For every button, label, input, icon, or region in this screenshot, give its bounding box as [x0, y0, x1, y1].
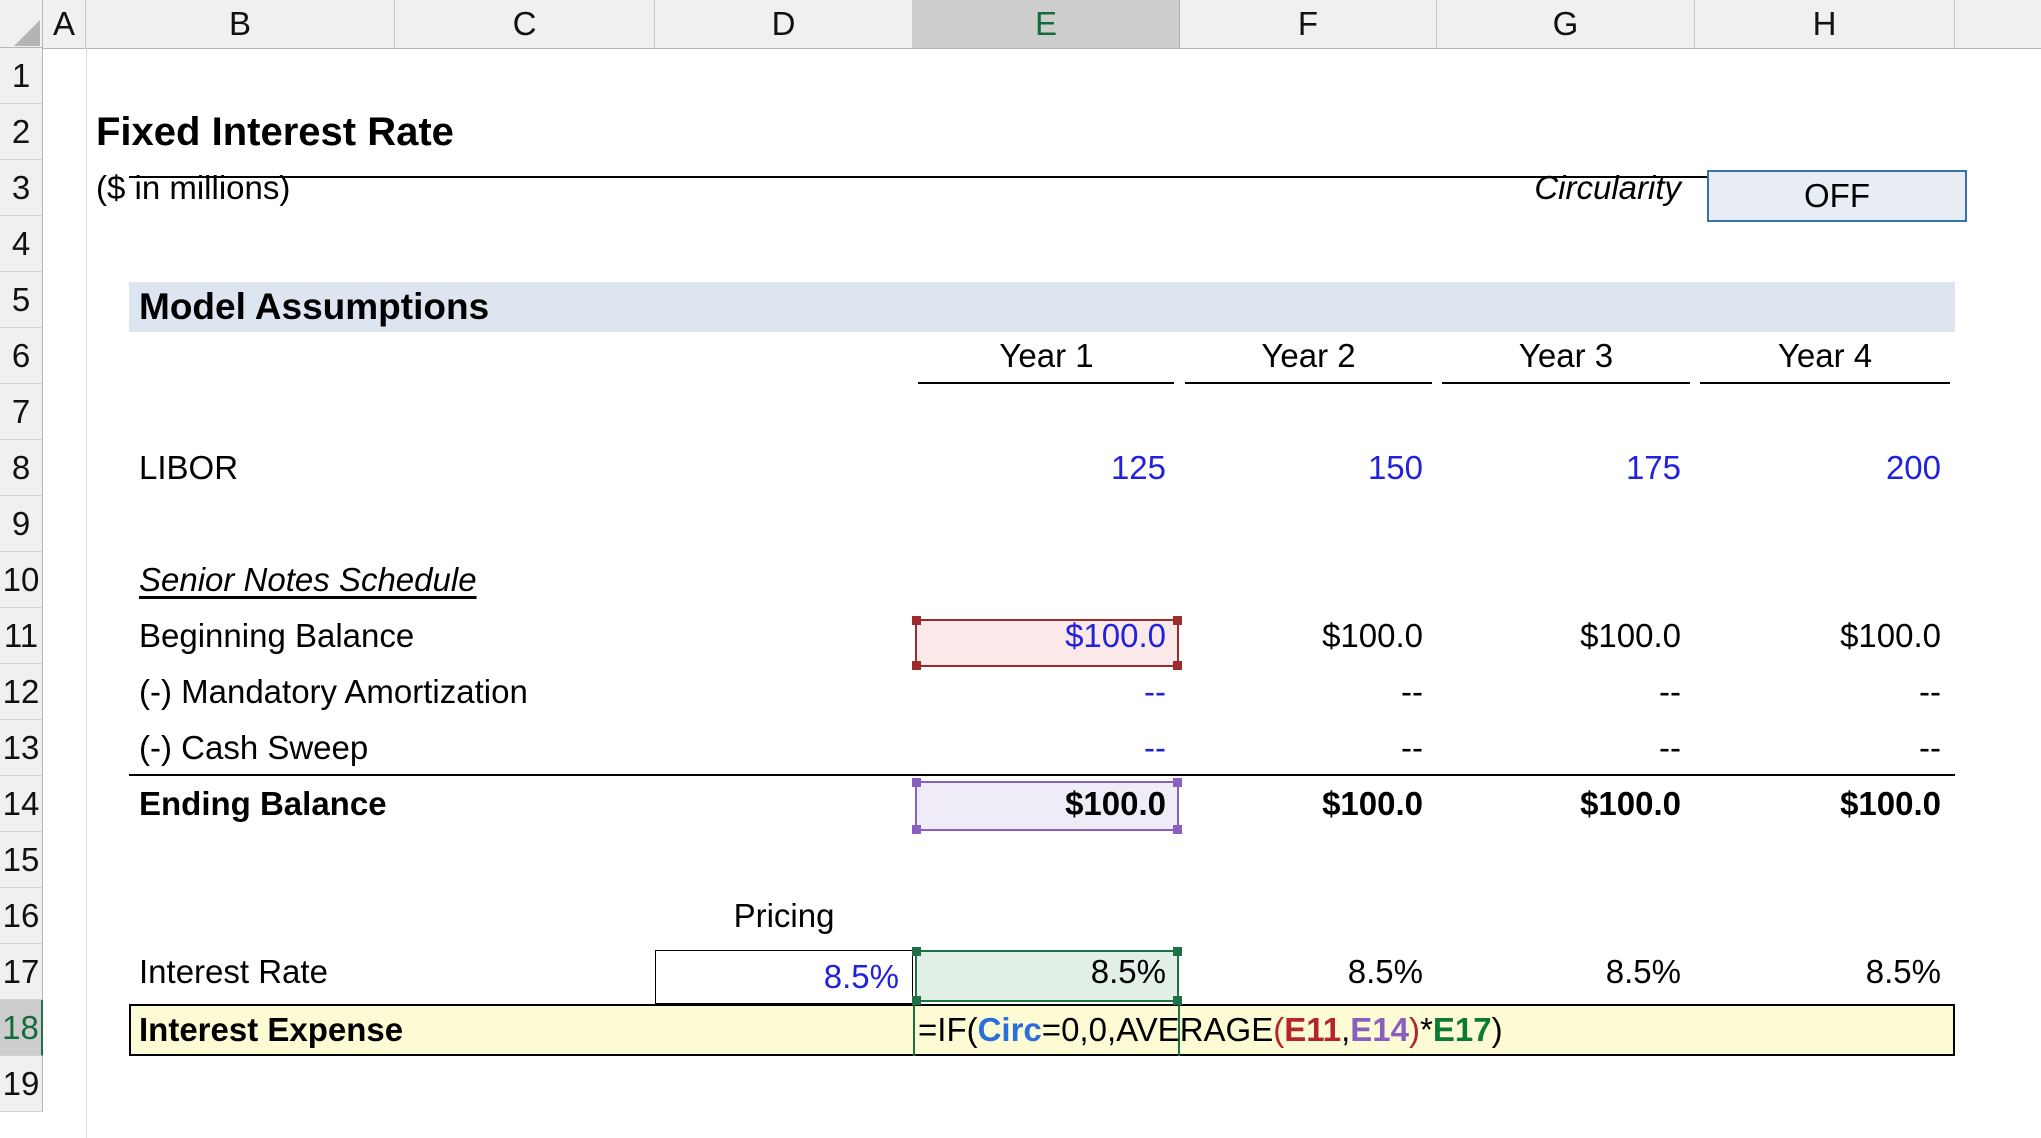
beginning-balance-year4[interactable]: $100.0 [1695, 608, 1955, 664]
row-header-2[interactable]: 2 [0, 104, 43, 160]
row-header-16[interactable]: 16 [0, 888, 43, 944]
mandatory-amortization-year4[interactable]: -- [1695, 664, 1955, 720]
year-header-3: Year 3 [1518, 337, 1614, 374]
formula-token: ) [1491, 1011, 1503, 1048]
cash-sweep-year3[interactable]: -- [1437, 720, 1695, 776]
formula-token-ref-e17: E17 [1432, 1011, 1492, 1048]
interest-rate-year2[interactable]: 8.5% [1180, 944, 1437, 1000]
column-header-e[interactable]: E [913, 0, 1180, 48]
column-header-a[interactable]: A [43, 0, 86, 48]
select-all-corner[interactable] [0, 0, 43, 48]
year-header-underline [918, 382, 1174, 384]
row-header-14[interactable]: 14 [0, 776, 43, 832]
row-label-ending-balance: Ending Balance [139, 785, 387, 822]
column-header-b[interactable]: B [86, 0, 395, 48]
column-header-h[interactable]: H [1695, 0, 1955, 48]
mandatory-amortization-year1[interactable]: -- [913, 664, 1180, 720]
year-header-underline [1700, 382, 1950, 384]
interest-rate-year3[interactable]: 8.5% [1437, 944, 1695, 1000]
mandatory-amortization-year2[interactable]: -- [1180, 664, 1437, 720]
row-label-mandatory-amortization: (-) Mandatory Amortization [139, 673, 528, 710]
ending-balance-year4[interactable]: $100.0 [1695, 776, 1955, 832]
row-header-11[interactable]: 11 [0, 608, 43, 664]
column-header-f[interactable]: F [1180, 0, 1437, 48]
row-label-beginning-balance: Beginning Balance [139, 617, 415, 654]
pricing-header: Pricing [733, 897, 835, 934]
row-header-6[interactable]: 6 [0, 328, 43, 384]
formula-token-name: Circ [977, 1011, 1042, 1048]
formula-token: , [1341, 1011, 1351, 1048]
page-title: Fixed Interest Rate [96, 109, 454, 154]
cash-sweep-year4[interactable]: -- [1695, 720, 1955, 776]
beginning-balance-year2[interactable]: $100.0 [1180, 608, 1437, 664]
year-header-2: Year 2 [1261, 337, 1356, 374]
row-header-4[interactable]: 4 [0, 216, 43, 272]
row-label-interest-expense: Interest Expense [139, 1011, 404, 1048]
row-header-13[interactable]: 13 [0, 720, 43, 776]
formula-token: =IF( [918, 1011, 978, 1048]
formula-token: =0,0,AVERAGE [1041, 1011, 1274, 1048]
column-header-c[interactable]: C [395, 0, 655, 48]
select-all-triangle-icon [14, 20, 40, 46]
ending-balance-year1[interactable]: $100.0 [913, 776, 1180, 832]
libor-value-year4[interactable]: 200 [1695, 440, 1955, 496]
formula-token-ref-e11: E11 [1284, 1011, 1342, 1048]
year-header-underline [1185, 382, 1432, 384]
cash-sweep-year2[interactable]: -- [1180, 720, 1437, 776]
libor-value-year3[interactable]: 175 [1437, 440, 1695, 496]
row-header-15[interactable]: 15 [0, 832, 43, 888]
row-label-cash-sweep: (-) Cash Sweep [139, 729, 369, 766]
units-label: ($ in millions) [96, 169, 291, 206]
row-header-19[interactable]: 19 [0, 1056, 43, 1112]
schedule-subtitle: Senior Notes Schedule [139, 561, 477, 598]
circularity-toggle[interactable]: OFF [1707, 170, 1967, 222]
row-header-9[interactable]: 9 [0, 496, 43, 552]
year-header-1: Year 1 [999, 337, 1094, 374]
beginning-balance-year1[interactable]: $100.0 [913, 608, 1180, 664]
libor-value-year2[interactable]: 150 [1180, 440, 1437, 496]
formula-token-paren: ) [1409, 1011, 1421, 1048]
row-header-3[interactable]: 3 [0, 160, 43, 216]
interest-rate-year4[interactable]: 8.5% [1695, 944, 1955, 1000]
row-header-8[interactable]: 8 [0, 440, 43, 496]
formula-text[interactable]: =IF(Circ =0,0,AVERAGE(E11, E14) * E17) [918, 1004, 1503, 1056]
year-header-underline [1442, 382, 1690, 384]
row-header-17[interactable]: 17 [0, 944, 43, 1000]
formula-token: * [1420, 1011, 1433, 1048]
row-label-libor: LIBOR [139, 449, 239, 486]
circularity-label: Circularity [1534, 169, 1681, 206]
column-header-d[interactable]: D [655, 0, 913, 48]
row-header-1[interactable]: 1 [0, 48, 43, 104]
spreadsheet-grid[interactable]: A B C D E F G H 1 2 3 4 5 6 7 8 9 10 11 … [0, 0, 2041, 1138]
formula-token-paren: ( [1273, 1011, 1285, 1048]
column-header-i[interactable] [1955, 0, 2041, 48]
libor-value-year1[interactable]: 125 [913, 440, 1180, 496]
row-header-12[interactable]: 12 [0, 664, 43, 720]
interest-rate-year1[interactable]: 8.5% [913, 944, 1180, 1000]
section-banner: Model Assumptions [129, 282, 1955, 332]
ending-balance-year3[interactable]: $100.0 [1437, 776, 1695, 832]
column-header-g[interactable]: G [1437, 0, 1695, 48]
row-header-10[interactable]: 10 [0, 552, 43, 608]
pricing-value[interactable]: 8.5% [655, 950, 913, 1004]
year-header-4: Year 4 [1777, 337, 1873, 374]
row-header-18[interactable]: 18 [0, 1000, 43, 1056]
row-header-7[interactable]: 7 [0, 384, 43, 440]
ending-balance-year2[interactable]: $100.0 [1180, 776, 1437, 832]
beginning-balance-year3[interactable]: $100.0 [1437, 608, 1695, 664]
cash-sweep-year1[interactable]: -- [913, 720, 1180, 776]
row-header-5[interactable]: 5 [0, 272, 43, 328]
mandatory-amortization-year3[interactable]: -- [1437, 664, 1695, 720]
row-label-interest-rate: Interest Rate [139, 953, 328, 990]
formula-token-ref-e14: E14 [1350, 1011, 1410, 1048]
